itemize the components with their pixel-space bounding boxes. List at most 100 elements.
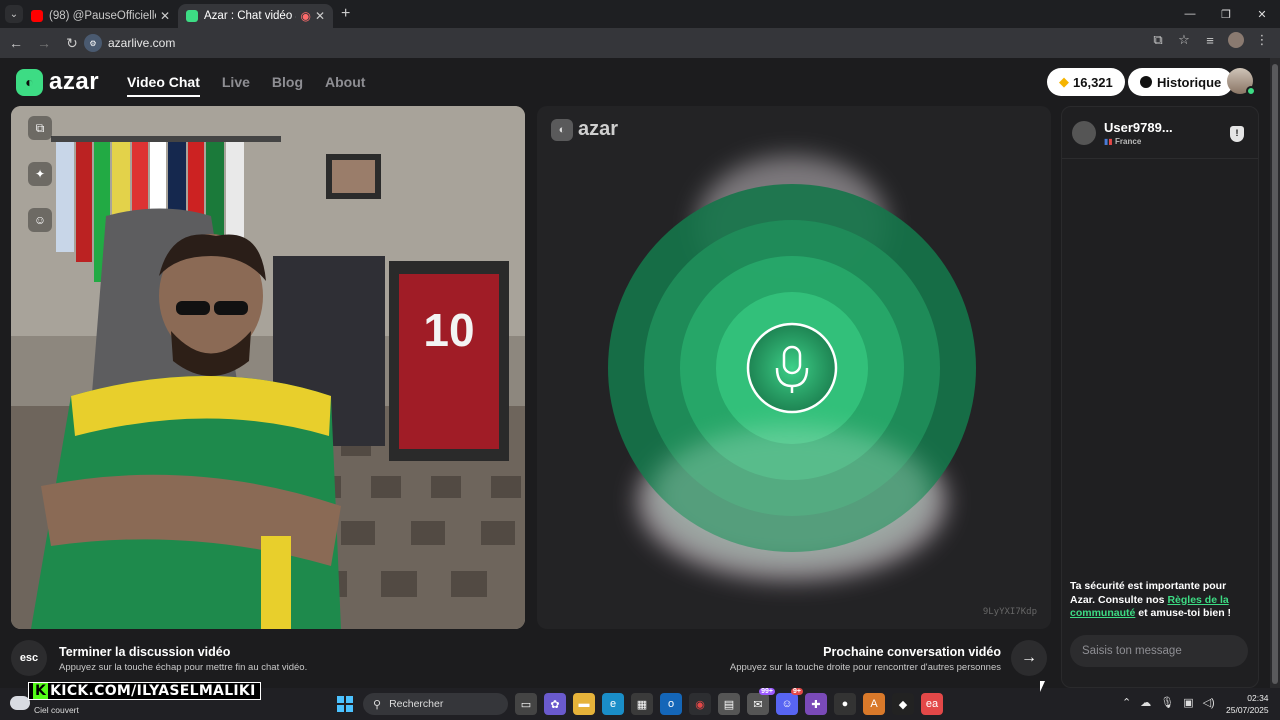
new-tab-button[interactable]: +: [341, 5, 350, 23]
pip-icon[interactable]: ⧉: [28, 116, 52, 140]
restore-button[interactable]: ❐: [1208, 0, 1244, 28]
youtube-icon: [31, 10, 43, 22]
next-chat-button[interactable]: →: [1011, 640, 1047, 676]
windows-taskbar: Ciel couvert K KICK.COM/ILYASELMALIKI ⚲ R…: [0, 682, 1280, 720]
minimize-button[interactable]: —: [1172, 0, 1208, 28]
cloud-icon: [10, 696, 30, 710]
effects-icon[interactable]: ✦: [28, 162, 52, 186]
history-button[interactable]: Historique: [1128, 68, 1234, 96]
browser-toolbar: ⧉ ☆ ≡ ⋮: [1150, 32, 1270, 48]
url-field[interactable]: ⚙ azarlive.com: [80, 32, 1200, 54]
message-placeholder: Saisis ton message: [1082, 645, 1182, 657]
main-nav: Video Chat Live Blog About: [127, 74, 365, 97]
nav-blog[interactable]: Blog: [272, 74, 303, 97]
notice-text-end: et amuse-toi bien !: [1135, 607, 1232, 619]
nav-live[interactable]: Live: [222, 74, 250, 97]
copilot-icon[interactable]: ✿: [544, 693, 566, 715]
close-tab-icon[interactable]: ✕: [315, 9, 325, 23]
close-window-button[interactable]: ✕: [1244, 0, 1280, 28]
app-icon[interactable]: ▤: [718, 693, 740, 715]
end-chat-hint: Terminer la discussion vidéo Appuyez sur…: [59, 645, 307, 673]
online-status-icon: [1246, 86, 1256, 96]
profile-icon[interactable]: [1228, 32, 1244, 48]
store-icon[interactable]: ▦: [631, 693, 653, 715]
mail-icon[interactable]: ✉ 99+: [747, 688, 775, 715]
logo-text: azar: [49, 68, 100, 95]
mouse-cursor: [1040, 681, 1045, 692]
task-view-icon[interactable]: ▭: [515, 693, 537, 715]
system-clock[interactable]: 02:34 25/07/2025: [1226, 692, 1269, 716]
outlook-icon[interactable]: o: [660, 693, 682, 715]
partner-username: User9789...: [1104, 119, 1173, 135]
volume-icon[interactable]: ◁): [1203, 696, 1215, 709]
edge-icon[interactable]: e: [602, 693, 624, 715]
kick-logo-icon: K: [33, 683, 49, 699]
menu-icon[interactable]: ⋮: [1254, 32, 1270, 48]
system-tray: ⌃ ☁ 🎙︎ ▣ ◁): [1122, 696, 1215, 709]
clock-date: 25/07/2025: [1226, 705, 1269, 715]
ea-icon[interactable]: ea: [921, 693, 943, 715]
page-scrollbar[interactable]: [1270, 58, 1280, 688]
mail-badge: 99+: [759, 688, 775, 695]
app-icon-dark[interactable]: ◆: [892, 693, 914, 715]
azar-logo-icon: ◐: [16, 68, 43, 96]
country-label: France: [1115, 136, 1142, 146]
gems-button[interactable]: ◆ 16,321: [1047, 68, 1125, 96]
azar-page: ◐ azar Video Chat Live Blog About ◆ 16,3…: [0, 58, 1270, 688]
gem-icon: ◆: [1059, 74, 1069, 89]
esc-label: esc: [19, 652, 39, 664]
report-shield-icon[interactable]: !: [1230, 126, 1244, 142]
tab-title: Azar : Chat vidéo avec de n: [204, 10, 296, 22]
tab-title: (98) @PauseOfficielle - AZUL (: [49, 10, 156, 22]
camera-tools: ⧉ ✦ ☺: [28, 116, 52, 232]
nav-video-chat[interactable]: Video Chat: [127, 74, 200, 97]
svg-text:10: 10: [423, 304, 474, 356]
obs-icon[interactable]: ●: [834, 693, 856, 715]
start-button[interactable]: [337, 696, 353, 712]
search-icon: ⚲: [373, 698, 382, 711]
taskbar-search[interactable]: ⚲ Rechercher: [363, 693, 508, 715]
next-chat-title: Prochaine conversation vidéo: [823, 645, 1001, 659]
ableton-icon[interactable]: A: [863, 693, 885, 715]
azar-logo[interactable]: ◐ azar: [16, 68, 99, 96]
next-chat-hint: Prochaine conversation vidéo Appuyez sur…: [730, 645, 1001, 673]
tab-search-button[interactable]: ⌄: [5, 5, 23, 23]
nav-about[interactable]: About: [325, 74, 365, 97]
weather-text: Ciel couvert: [34, 705, 79, 715]
file-explorer-icon[interactable]: ▬: [573, 693, 595, 715]
scrollbar-thumb[interactable]: [1272, 64, 1278, 684]
back-button[interactable]: ←: [4, 31, 28, 55]
microphone-tray-icon[interactable]: 🎙︎: [1160, 696, 1174, 709]
bookmark-star-icon[interactable]: ☆: [1176, 32, 1192, 48]
searching-animation: [608, 156, 976, 581]
user-icon: [1072, 120, 1096, 145]
site-info-icon[interactable]: ⚙: [84, 34, 102, 52]
tray-app-icon[interactable]: ☁: [1140, 696, 1151, 709]
clock-icon: [1140, 76, 1152, 88]
message-input[interactable]: Saisis ton message: [1070, 635, 1248, 667]
azar-icon: [186, 10, 198, 22]
chrome-icon[interactable]: ◉: [689, 693, 711, 715]
session-id: 9LyYXI7Kdp: [982, 607, 1037, 617]
self-camera-view: 10 ⧉ ✦ ☺: [11, 106, 525, 629]
taskbar-apps: ▭ ✿ ▬ e ▦ o ◉ ▤ ✉ 99+ ☺ 9+ ✚ ● A ◆ ea: [515, 688, 943, 715]
media-control-icon[interactable]: ≡: [1202, 33, 1218, 48]
tray-chevron-icon[interactable]: ⌃: [1122, 696, 1131, 709]
discord-icon[interactable]: ☺ 9+: [776, 688, 803, 715]
chat-header: User9789... ▮▮ France !: [1062, 107, 1258, 159]
tab-youtube[interactable]: (98) @PauseOfficielle - AZUL ( ✕: [23, 4, 178, 28]
install-app-icon[interactable]: ⧉: [1150, 32, 1166, 48]
arrow-right-icon: →: [1021, 649, 1037, 666]
forward-button[interactable]: →: [32, 31, 56, 55]
tab-azar[interactable]: Azar : Chat vidéo avec de n ◉ ✕: [178, 4, 333, 28]
discord-badge: 9+: [791, 688, 803, 695]
end-chat-title: Terminer la discussion vidéo: [59, 645, 231, 659]
network-icon[interactable]: ▣: [1183, 696, 1193, 709]
browser-tab-bar: ⌄ (98) @PauseOfficielle - AZUL ( ✕ Azar …: [0, 0, 1280, 28]
game-controller-icon[interactable]: ✚: [805, 693, 827, 715]
user-avatar[interactable]: [1227, 68, 1256, 96]
face-filter-icon[interactable]: ☺: [28, 208, 52, 232]
close-tab-icon[interactable]: ✕: [160, 9, 170, 23]
history-label: Historique: [1157, 74, 1222, 90]
end-chat-button[interactable]: esc: [11, 640, 47, 676]
